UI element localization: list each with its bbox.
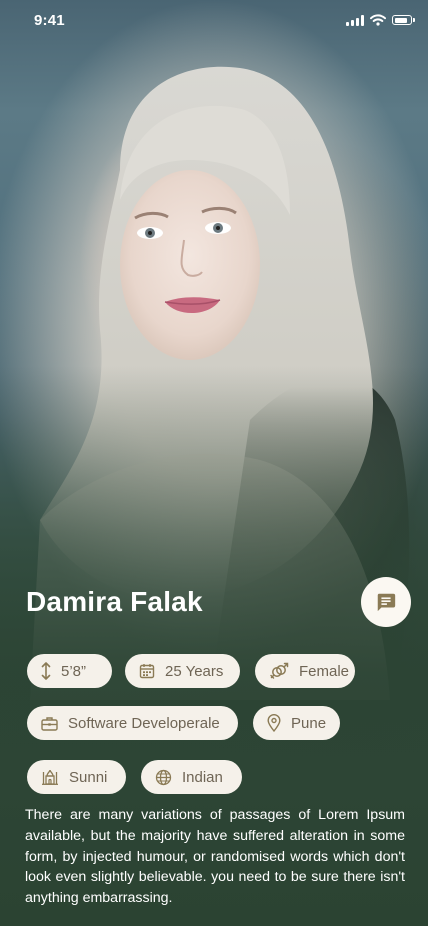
cellular-signal-icon <box>346 14 364 26</box>
chat-button[interactable] <box>361 577 411 627</box>
globe-icon <box>155 769 172 785</box>
wifi-icon <box>370 14 386 26</box>
chat-icon <box>377 593 396 612</box>
calendar-icon <box>139 664 155 679</box>
briefcase-icon <box>41 716 58 731</box>
height-value: 5’8” <box>61 662 87 680</box>
profile-bio: There are many variations of passages of… <box>25 807 405 907</box>
chip-sect: Sunni <box>27 760 126 794</box>
profession-value: Software Developerale <box>68 714 220 732</box>
sect-value: Sunni <box>69 768 108 786</box>
nationality-value: Indian <box>182 768 223 786</box>
chip-nationality: Indian <box>141 760 242 794</box>
gender-value: Female <box>299 662 350 680</box>
profile-name: Damira Falak <box>26 586 203 617</box>
status-time: 9:41 <box>34 12 65 29</box>
battery-level <box>394 17 407 23</box>
chip-age: 25 Years <box>125 654 240 688</box>
chip-profession: Software Developerale <box>27 706 238 740</box>
height-arrows-icon <box>41 662 51 680</box>
status-icons <box>346 14 415 26</box>
chip-location: Pune <box>253 706 340 740</box>
gender-symbol-icon <box>270 662 289 679</box>
location-value: Pune <box>291 714 327 732</box>
profile-screen: 9:41 Damira Falak 5’8” 25 Years Female S… <box>0 0 428 926</box>
status-bar: 9:41 <box>0 0 428 44</box>
battery-icon <box>392 15 415 25</box>
chip-height: 5’8” <box>27 654 112 688</box>
mosque-icon <box>42 769 58 785</box>
age-value: 25 Years <box>165 662 224 680</box>
location-pin-icon <box>267 714 281 732</box>
chip-gender: Female <box>255 654 355 688</box>
